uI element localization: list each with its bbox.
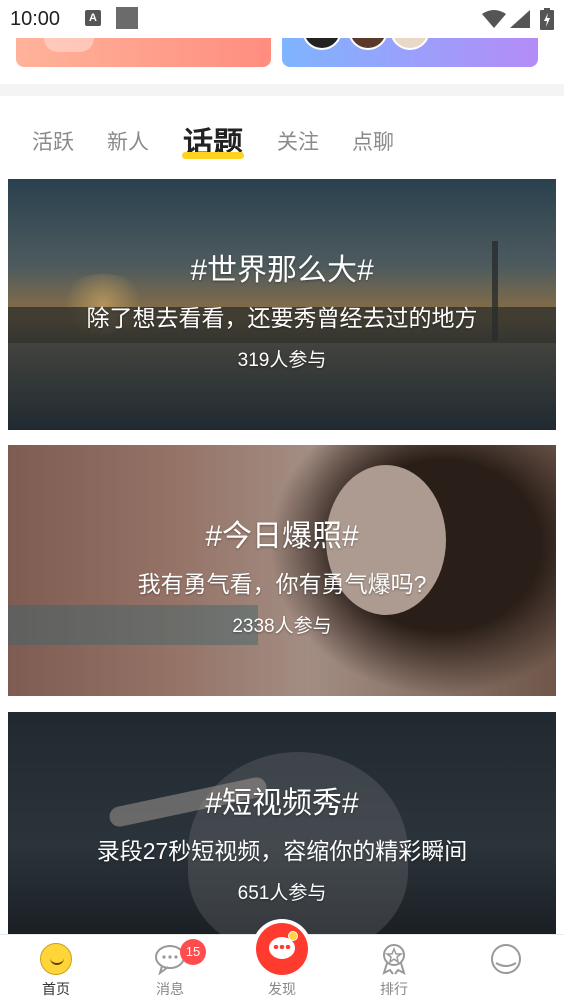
unread-badge: 15 <box>180 939 206 965</box>
topic-participant-count: 319人参与 <box>237 350 327 371</box>
avatar <box>348 38 388 50</box>
nav-home-label: 首页 <box>42 981 70 997</box>
topic-title: #今日爆照# <box>205 520 359 553</box>
topic-card[interactable]: #今日爆照# 我有勇气看，你有勇气爆吗? 2338人参与 <box>8 445 556 696</box>
wifi-icon <box>482 10 506 28</box>
banner-decoration <box>44 38 94 52</box>
topic-card-text: #世界那么大# 除了想去看看，还要秀曾经去过的地方 319人参与 <box>8 245 556 372</box>
tab-active-indicator <box>182 152 244 159</box>
tab-chat[interactable]: 点聊 <box>352 126 394 156</box>
banner-left[interactable] <box>16 38 271 67</box>
topic-title: #世界那么大# <box>190 254 374 287</box>
topic-subtitle: 录段27秒短视频，容缩你的精彩瞬间 <box>96 838 468 864</box>
nav-discover-label: 发现 <box>268 981 296 997</box>
topic-card[interactable]: #世界那么大# 除了想去看看，还要秀曾经去过的地方 319人参与 <box>8 179 556 430</box>
avatar <box>302 38 342 50</box>
section-divider <box>0 84 564 96</box>
avatar <box>390 38 430 50</box>
banner-right[interactable] <box>282 38 538 67</box>
nav-profile[interactable] <box>456 935 556 1004</box>
status-time: 10:00 <box>10 8 61 30</box>
bottom-nav: 首页 消息 15 发现 排行 <box>0 923 564 1004</box>
battery-icon <box>540 8 554 30</box>
topic-title: #短视频秀# <box>205 787 359 820</box>
category-tabs: 活跃 新人 话题 关注 点聊 <box>0 96 564 176</box>
nav-messages[interactable]: 消息 <box>120 935 220 1004</box>
notification-square-icon <box>116 7 138 29</box>
discover-chat-icon[interactable] <box>256 923 308 975</box>
topic-participant-count: 2338人参与 <box>232 616 332 637</box>
nav-messages-label: 消息 <box>156 981 184 997</box>
tab-following[interactable]: 关注 <box>277 126 319 156</box>
topic-card-text: #短视频秀# 录段27秒短视频，容缩你的精彩瞬间 651人参与 <box>8 778 556 905</box>
banner-row <box>0 38 564 88</box>
notification-a-icon: A <box>85 10 101 26</box>
smiley-icon <box>40 943 72 975</box>
nav-ranking-label: 排行 <box>380 981 408 997</box>
profile-icon <box>491 944 521 974</box>
topic-card[interactable]: #短视频秀# 录段27秒短视频，容缩你的精彩瞬间 651人参与 <box>8 712 556 934</box>
medal-icon <box>382 944 406 975</box>
topic-card-text: #今日爆照# 我有勇气看，你有勇气爆吗? 2338人参与 <box>8 511 556 638</box>
nav-ranking[interactable]: 排行 <box>344 935 444 1004</box>
signal-icon <box>510 10 530 28</box>
nav-home[interactable]: 首页 <box>6 935 106 1004</box>
topic-subtitle: 除了想去看看，还要秀曾经去过的地方 <box>86 305 478 331</box>
tab-newcomers[interactable]: 新人 <box>107 126 149 156</box>
topic-participant-count: 651人参与 <box>237 883 327 904</box>
status-bar: 10:00 A <box>0 0 564 38</box>
topic-subtitle: 我有勇气看，你有勇气爆吗? <box>137 571 427 597</box>
tab-active[interactable]: 活跃 <box>32 126 74 156</box>
